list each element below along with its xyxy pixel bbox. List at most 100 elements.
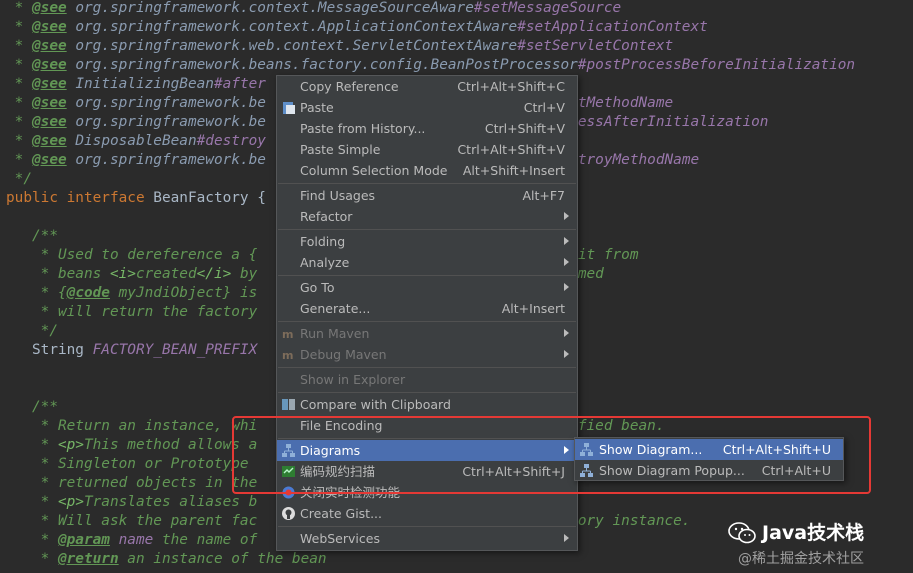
code-line[interactable]: * returned objects in the [6, 474, 258, 493]
code-token: @see [32, 95, 67, 111]
code-token: InitializingBean [75, 76, 214, 92]
code-token: * [6, 437, 58, 453]
code-token: * Return an instance, whi [6, 418, 258, 434]
code-token: * [6, 133, 32, 149]
code-token: <p> [57, 494, 84, 510]
code-token: #setApplicationContext [517, 19, 708, 35]
code-token: public interface [6, 190, 154, 206]
menu-item-shortcut: Ctrl+Alt+Shift+V [457, 142, 565, 157]
submenu-arrow-icon [564, 283, 569, 291]
code-token: * [6, 57, 32, 73]
menu-item-9[interactable]: Folding [277, 231, 577, 252]
code-token: by [231, 266, 258, 282]
code-line[interactable]: * @see org.springframework.beans.factory… [6, 56, 855, 75]
code-token: * [6, 38, 32, 54]
code-token: @code [66, 285, 110, 301]
code-line[interactable]: /** [6, 227, 58, 246]
svg-text:m: m [282, 328, 293, 341]
code-token: * [6, 114, 32, 130]
code-token: * Will ask the parent fac [6, 513, 258, 529]
menu-item-15[interactable]: m Run Maven [277, 323, 577, 344]
menu-separator [278, 183, 576, 184]
code-token: * returned objects in the [6, 475, 258, 491]
menu-item-13[interactable]: Generate... Alt+Insert [277, 298, 577, 319]
menu-item-label: Column Selection Mode [300, 163, 448, 178]
menu-item-0[interactable]: Copy Reference Ctrl+Alt+Shift+C [277, 76, 577, 97]
menu-item-label: Generate... [300, 301, 371, 316]
code-line[interactable]: * @see org.springframework.context.Appli… [6, 18, 708, 37]
menu-item-16[interactable]: m Debug Maven [277, 344, 577, 365]
submenu-arrow-icon [564, 350, 569, 358]
code-token: the name of [153, 532, 258, 548]
menu-item-6[interactable]: Find Usages Alt+F7 [277, 185, 577, 206]
code-token: myJndiObject} is [109, 285, 258, 301]
menu-item-3[interactable]: Paste Simple Ctrl+Alt+Shift+V [277, 139, 577, 160]
menu-item-shortcut: Alt+F7 [522, 188, 565, 203]
code-token: @see [32, 0, 67, 16]
code-token: * [6, 152, 32, 168]
menu-item-shortcut: Ctrl+Shift+V [484, 121, 565, 136]
code-token: /** [6, 228, 58, 244]
menu-item-26[interactable]: Create Gist... [277, 503, 577, 524]
code-token: * Singleton or Prototype [6, 456, 249, 472]
menu-item-18[interactable]: Show in Explorer [277, 369, 577, 390]
menu-separator [278, 275, 576, 276]
menu-item-label: Go To [300, 280, 335, 295]
menu-item-label: Debug Maven [300, 347, 387, 362]
code-line[interactable]: * @see org.springframework.web.context.S… [6, 37, 673, 56]
menu-item-12[interactable]: Go To [277, 277, 577, 298]
code-line[interactable]: * <p>This method allows a [6, 436, 258, 455]
menu-item-2[interactable]: Paste from History... Ctrl+Shift+V [277, 118, 577, 139]
code-token: an instance of the bean [118, 551, 327, 567]
code-token: @see [32, 76, 67, 92]
code-token: * [6, 19, 32, 35]
code-line[interactable]: * @return an instance of the bean [6, 550, 327, 569]
code-token: name [118, 532, 154, 548]
submenu-arrow-icon [564, 329, 569, 337]
code-line[interactable]: * @see DisposableBean#destroy [6, 132, 266, 151]
menu-item-7[interactable]: Refactor [277, 206, 577, 227]
svg-text:m: m [282, 349, 293, 362]
code-token: * [6, 551, 58, 567]
menu-separator [278, 367, 576, 368]
code-token: Translates aliases b [83, 494, 258, 510]
code-line[interactable]: /** [6, 398, 58, 417]
code-token: * [6, 95, 32, 111]
paste-icon [283, 102, 295, 114]
menu-item-28[interactable]: WebServices [277, 528, 577, 549]
watermark: Java技术栈 @稀土掘金技术社区 [728, 518, 913, 573]
menu-item-shortcut: Ctrl+Alt+Shift+C [457, 79, 565, 94]
menu-item-10[interactable]: Analyze [277, 252, 577, 273]
menu-item-4[interactable]: Column Selection Mode Alt+Shift+Insert [277, 160, 577, 181]
menu-item-shortcut: Alt+Insert [501, 301, 565, 316]
menu-item-1[interactable]: Paste Ctrl+V [277, 97, 577, 118]
code-token: @see [32, 152, 67, 168]
code-line[interactable]: * @param name the name of [6, 531, 258, 550]
code-token: <p> [57, 437, 84, 453]
code-line[interactable]: * @see InitializingBean#after [6, 75, 266, 94]
menu-item-shortcut: Alt+Shift+Insert [462, 163, 565, 178]
code-line[interactable]: */ [6, 170, 32, 189]
code-token: * [6, 76, 32, 92]
submenu-arrow-icon [564, 534, 569, 542]
code-line[interactable]: String FACTORY_BEAN_PREFIX [6, 341, 257, 360]
code-token: DisposableBean [75, 133, 197, 149]
code-line[interactable]: * Singleton or Prototype [6, 455, 249, 474]
code-token: * beans [6, 266, 110, 282]
code-token: * { [6, 285, 67, 301]
code-token: org.springframework.context.MessageSourc… [75, 0, 474, 16]
compare-icon [282, 399, 295, 410]
menu-separator [278, 526, 576, 527]
menu-item-label: Paste from History... [300, 121, 426, 136]
menu-item-label: Refactor [300, 209, 353, 224]
annotation-highlight-box [232, 416, 871, 494]
code-line[interactable]: * @see org.springframework.context.Messa… [6, 0, 622, 18]
menu-item-label: WebServices [300, 531, 380, 546]
code-line[interactable]: public interface BeanFactory { [6, 189, 266, 208]
code-token: #setMessageSource [473, 0, 622, 16]
menu-item-20[interactable]: Compare with Clipboard [277, 394, 577, 415]
menu-item-label: Run Maven [300, 326, 370, 341]
menu-item-label: Show in Explorer [300, 372, 406, 387]
code-token: <i> [109, 266, 136, 282]
code-line[interactable]: */ [6, 322, 58, 341]
